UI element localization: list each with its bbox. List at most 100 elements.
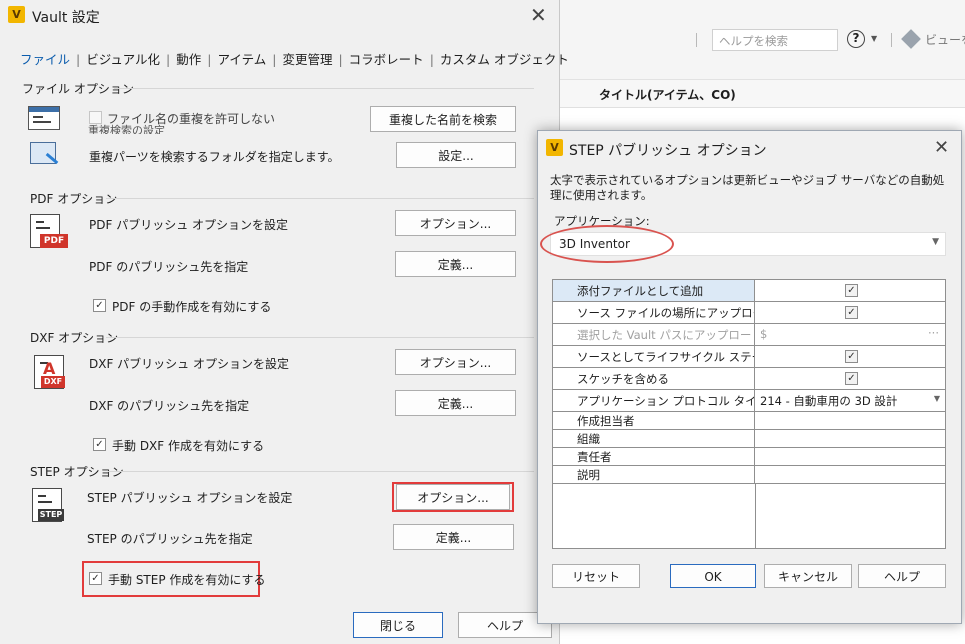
property-grid: 添付ファイルとして追加 ✓ ソース ファイルの場所にアップロード ✓ 選択した … [552,279,946,549]
property-value[interactable] [756,412,945,429]
vault-settings-dialog: V Vault 設定 ✕ ファイル | ビジュアル化 | 動作 | アイテム | 変更管理 | コラ… [0,0,569,644]
application-highlight [540,225,674,263]
help-dropdown-icon[interactable]: ▼ [871,34,877,43]
property-row[interactable]: 添付ファイルとして追加 ✓ [553,280,945,302]
dxf-options-header: DXF オプション [30,331,119,345]
property-row[interactable]: ソースとしてライフサイクル ステータス... ✓ [553,346,945,368]
pdf-set-options-label: PDF パブリッシュ オプションを設定 [89,218,289,232]
dxf-define-button[interactable]: 定義... [395,390,516,416]
tab-file[interactable]: ファイル [20,52,70,67]
property-value: ✓ [756,302,945,323]
step-document-icon: STEP [32,488,64,522]
close-button[interactable]: 閉じる [353,612,443,638]
step-dialog-title: STEP パブリッシュ オプション [569,143,767,159]
column-header-title[interactable]: タイトル(アイテム、CO) [599,86,736,103]
property-row[interactable]: ソース ファイルの場所にアップロード ✓ [553,302,945,324]
step-publish-destination-label: STEP のパブリッシュ先を指定 [87,532,253,546]
property-row[interactable]: スケッチを含める ✓ [553,368,945,390]
step-dialog-description: 太字で表示されているオプションは更新ビューやジョブ サーバなどの自動処理に使用さ… [550,173,945,202]
section-divider [106,337,534,338]
section-divider [108,471,534,472]
property-value: ✓ [756,280,945,301]
vault-logo-icon: V [8,6,25,23]
property-value[interactable] [756,430,945,447]
property-row[interactable]: 責任者 [553,448,945,466]
settings-button[interactable]: 設定... [396,142,516,168]
property-row[interactable]: 選択した Vault パスにアップロード $ ··· [553,324,945,346]
step-publish-options-dialog: V STEP パブリッシュ オプション ✕ 太字で表示されているオプションは更新… [537,130,962,624]
duplicate-search-settings-header: 重複検索の設定 [88,124,165,134]
property-value: ✓ [756,368,945,389]
property-value: ✓ [756,346,945,367]
property-name: 説明 [553,466,755,483]
section-divider [106,198,534,199]
view-share-label[interactable]: ビューを共 [925,31,965,48]
dxf-options-button[interactable]: オプション... [395,349,516,375]
tab-behavior[interactable]: 動作 [176,52,201,67]
dialog-title: Vault 設定 [32,10,100,26]
step-manual-checkbox[interactable]: ✓ [89,572,102,585]
property-checkbox[interactable]: ✓ [845,306,858,319]
help-button[interactable]: ヘルプ [858,564,946,588]
toolbar-separator [891,33,892,47]
dxf-manual-checkbox[interactable]: ✓ [93,438,106,451]
reset-button[interactable]: リセット [552,564,640,588]
property-value[interactable] [756,448,945,465]
pdf-document-icon: PDF [30,214,68,248]
step-manual-label: 手動 STEP 作成を有効にする [108,573,266,587]
view-cube-icon [901,29,921,49]
close-icon[interactable]: ✕ [530,5,547,25]
ok-button[interactable]: OK [670,564,756,588]
find-duplicate-names-button[interactable]: 重複した名前を検索 [370,106,516,132]
property-checkbox[interactable]: ✓ [845,372,858,385]
property-row[interactable]: アプリケーション プロトコル タイプ 214 - 自動車用の 3D 設計 ▼ [553,390,945,412]
grid-column-divider [755,484,756,548]
step-set-options-label: STEP パブリッシュ オプションを設定 [87,491,293,505]
property-name: 組織 [553,430,755,447]
tab-visualization[interactable]: ビジュアル化 [86,52,160,67]
vault-logo-icon: V [546,139,563,156]
protocol-type-value: 214 - 自動車用の 3D 設計 [760,394,898,408]
property-name: 責任者 [553,448,755,465]
property-name: 選択した Vault パスにアップロード [553,324,755,345]
cancel-button[interactable]: キャンセル [764,564,852,588]
settings-tabs: ファイル | ビジュアル化 | 動作 | アイテム | 変更管理 | コラボレート | カスタム オブジ… [20,52,569,67]
step-options-button[interactable]: オプション... [396,484,510,510]
property-row[interactable]: 組織 [553,430,945,448]
help-search-input[interactable]: ヘルプを検索 [712,29,838,51]
dxf-manual-label: 手動 DXF 作成を有効にする [112,439,265,453]
tab-collaborate[interactable]: コラボレート [349,52,424,67]
tab-custom-objects[interactable]: カスタム オブジェクト [440,52,569,67]
pdf-options-button[interactable]: オプション... [395,210,516,236]
vault-path-value: $ [760,327,768,341]
pdf-publish-destination-label: PDF のパブリッシュ先を指定 [89,260,249,274]
close-icon[interactable]: ✕ [934,138,949,158]
pdf-manual-label: PDF の手動作成を有効にする [112,300,272,314]
protocol-type-select[interactable]: 214 - 自動車用の 3D 設計 ▼ [756,390,945,411]
property-name: 作成担当者 [553,412,755,429]
tab-items[interactable]: アイテム [217,52,266,67]
pdf-manual-checkbox[interactable]: ✓ [93,299,106,312]
dxf-publish-destination-label: DXF のパブリッシュ先を指定 [89,399,250,413]
pdf-options-header: PDF オプション [30,192,118,206]
property-name: 添付ファイルとして追加 [553,280,755,301]
property-checkbox[interactable]: ✓ [845,284,858,297]
property-row[interactable]: 作成担当者 [553,412,945,430]
tab-change-management[interactable]: 変更管理 [282,52,332,67]
chevron-down-icon: ▼ [933,394,940,403]
property-name: ソースとしてライフサイクル ステータス... [553,346,755,367]
toolbar-separator [696,33,697,47]
property-name: ソース ファイルの場所にアップロード [553,302,755,323]
property-checkbox[interactable]: ✓ [845,350,858,363]
help-icon[interactable]: ? [847,30,865,48]
duplicate-folder-label: 重複パーツを検索するフォルダを指定します。 [89,150,340,164]
folder-search-icon [30,142,59,165]
pdf-define-button[interactable]: 定義... [395,251,516,277]
dxf-set-options-label: DXF パブリッシュ オプションを設定 [89,357,289,371]
browse-ellipsis-icon[interactable]: ··· [928,326,939,340]
section-divider [114,88,534,89]
property-row[interactable]: 説明 [553,466,945,484]
allow-duplicate-checkbox[interactable] [89,111,102,124]
step-define-button[interactable]: 定義... [393,524,514,550]
property-value[interactable] [756,466,945,483]
